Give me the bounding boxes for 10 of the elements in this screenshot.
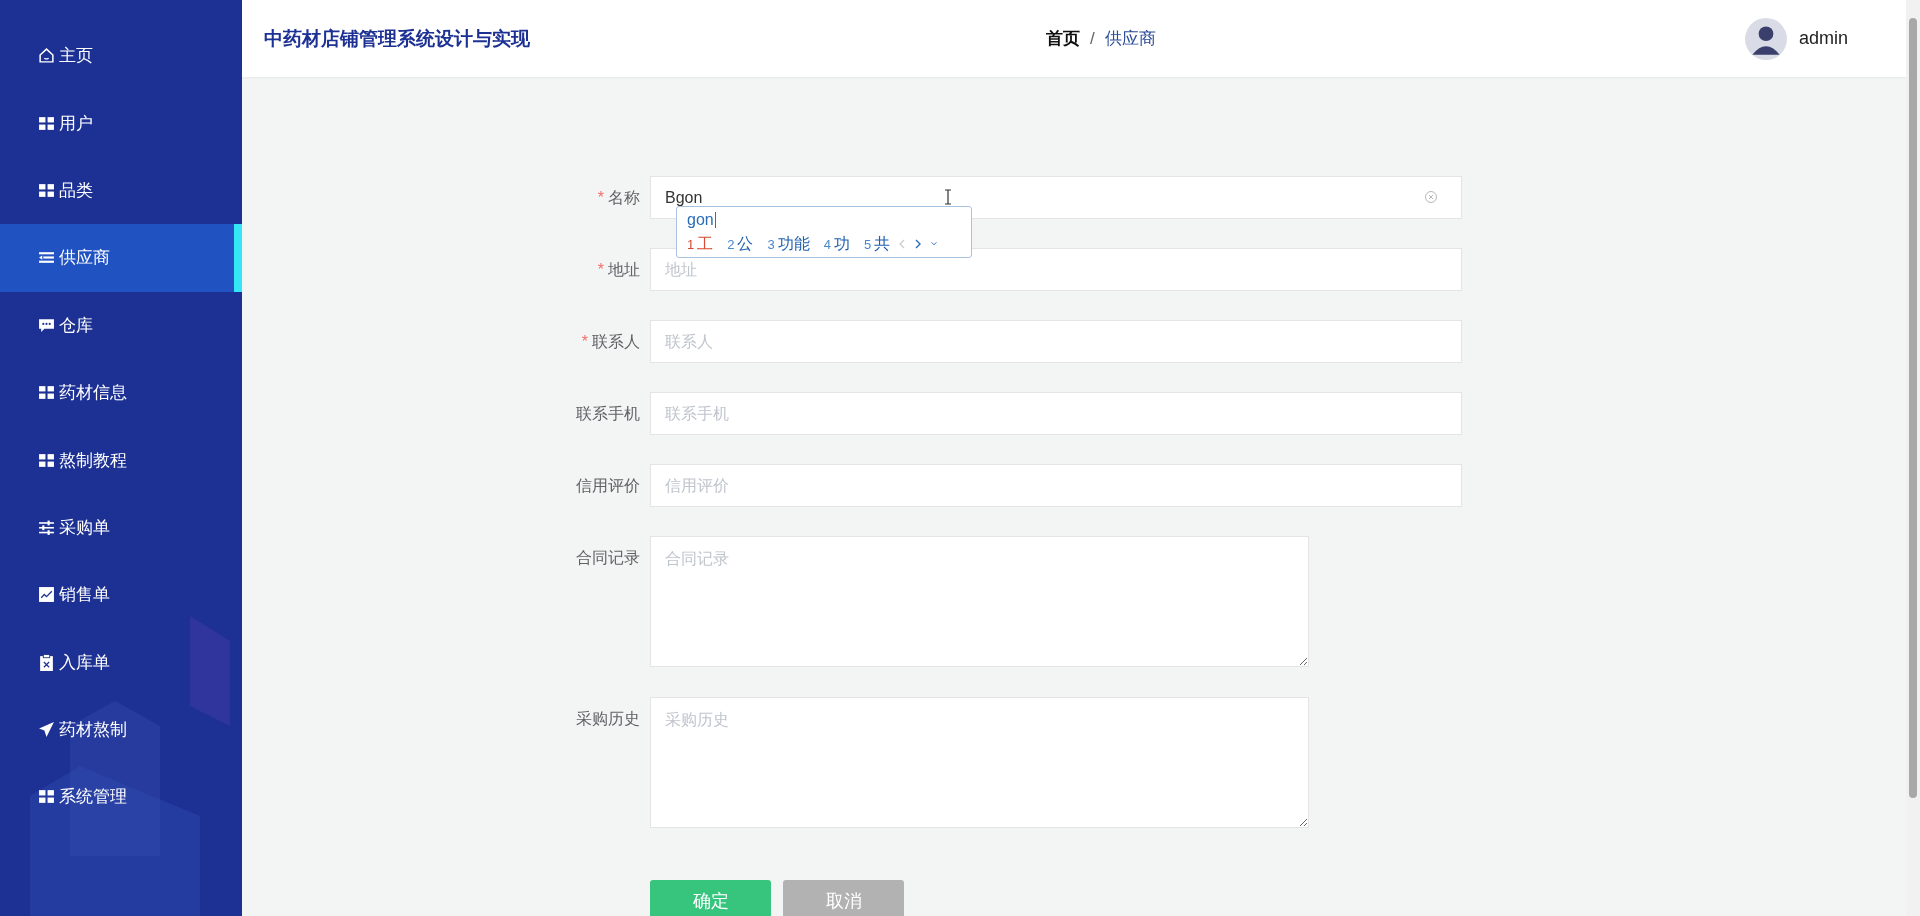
breadcrumb-separator: / [1090, 28, 1095, 49]
field-label: * 地址 [596, 260, 641, 280]
field-label: 合同记录 [575, 548, 641, 568]
field-label: * 联系人 [580, 332, 641, 352]
field-label: * 名称 [596, 188, 641, 208]
breadcrumb-item: 供应商 [1104, 28, 1156, 50]
field-label: 采购历史 [575, 709, 641, 729]
app-title: 中药材店铺管理系统设计与实现 [264, 26, 531, 51]
field-label: 信用评价 [575, 476, 641, 496]
field-label: 联系手机 [575, 404, 641, 424]
